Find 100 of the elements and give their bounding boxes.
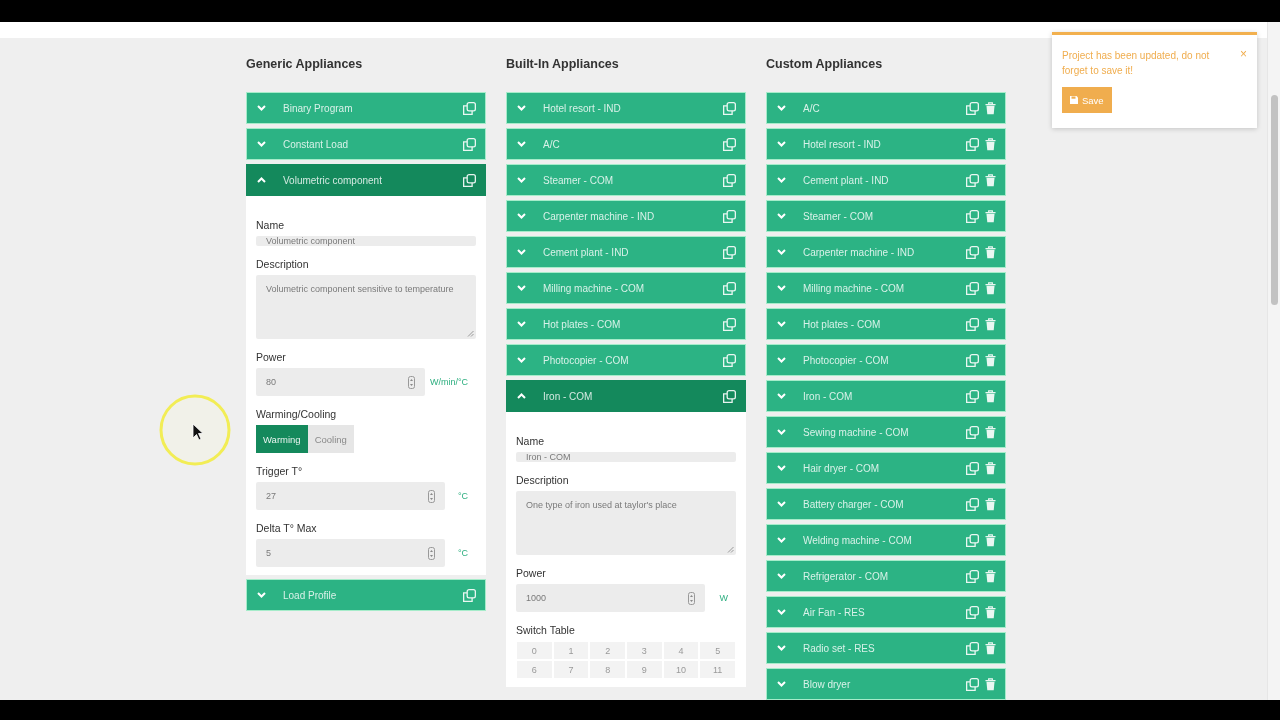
copy-icon[interactable] <box>966 137 979 151</box>
appliance-row[interactable]: Binary Program <box>246 92 486 124</box>
trash-icon[interactable] <box>985 497 996 511</box>
trash-icon[interactable] <box>985 569 996 583</box>
copy-icon[interactable] <box>463 173 476 187</box>
trash-icon[interactable] <box>985 317 996 331</box>
copy-icon[interactable] <box>966 317 979 331</box>
copy-icon[interactable] <box>723 209 736 223</box>
appliance-row[interactable]: Milling machine - COM <box>506 272 746 304</box>
textarea-field[interactable]: One type of iron used at taylor's place <box>516 491 736 555</box>
input-field[interactable]: Volumetric component <box>256 236 476 246</box>
appliance-row[interactable]: A/C <box>506 128 746 160</box>
appliance-row[interactable]: Iron - COM <box>766 380 1006 412</box>
appliance-row[interactable]: Radio set - RES <box>766 632 1006 664</box>
appliance-row[interactable]: Refrigerator - COM <box>766 560 1006 592</box>
scrollbar-thumb[interactable] <box>1270 95 1278 305</box>
copy-icon[interactable] <box>463 588 476 602</box>
copy-icon[interactable] <box>966 641 979 655</box>
trash-icon[interactable] <box>985 605 996 619</box>
copy-icon[interactable] <box>966 569 979 583</box>
trash-icon[interactable] <box>985 533 996 547</box>
switch-cell[interactable]: 6 <box>516 660 553 679</box>
copy-icon[interactable] <box>966 497 979 511</box>
copy-icon[interactable] <box>966 605 979 619</box>
appliance-row[interactable]: Steamer - COM <box>766 200 1006 232</box>
trash-icon[interactable] <box>985 425 996 439</box>
number-field[interactable]: 5 <box>256 539 445 567</box>
toggle-button[interactable]: Cooling <box>307 425 354 453</box>
copy-icon[interactable] <box>966 389 979 403</box>
copy-icon[interactable] <box>966 533 979 547</box>
copy-icon[interactable] <box>966 425 979 439</box>
trash-icon[interactable] <box>985 173 996 187</box>
copy-icon[interactable] <box>723 281 736 295</box>
trash-icon[interactable] <box>985 101 996 115</box>
copy-icon[interactable] <box>723 245 736 259</box>
appliance-row[interactable]: Hotel resort - IND <box>506 92 746 124</box>
switch-cell[interactable]: 2 <box>589 641 626 660</box>
switch-cell[interactable]: 11 <box>699 660 736 679</box>
trash-icon[interactable] <box>985 137 996 151</box>
appliance-row[interactable]: Load Profile <box>246 579 486 611</box>
copy-icon[interactable] <box>966 677 979 691</box>
appliance-row[interactable]: Hair dryer - COM <box>766 452 1006 484</box>
switch-cell[interactable]: 3 <box>626 641 663 660</box>
copy-icon[interactable] <box>723 353 736 367</box>
switch-cell[interactable]: 10 <box>662 660 700 679</box>
switch-cell[interactable]: 4 <box>662 641 700 660</box>
copy-icon[interactable] <box>723 173 736 187</box>
spinner-icon[interactable] <box>688 591 695 605</box>
copy-icon[interactable] <box>723 389 736 403</box>
resize-handle-icon[interactable] <box>467 330 474 337</box>
copy-icon[interactable] <box>723 317 736 331</box>
appliance-row[interactable]: Carpenter machine - IND <box>506 200 746 232</box>
copy-icon[interactable] <box>723 101 736 115</box>
scrollbar[interactable] <box>1267 22 1280 700</box>
trash-icon[interactable] <box>985 389 996 403</box>
trash-icon[interactable] <box>985 353 996 367</box>
trash-icon[interactable] <box>985 641 996 655</box>
appliance-row[interactable]: Milling machine - COM <box>766 272 1006 304</box>
copy-icon[interactable] <box>966 353 979 367</box>
appliance-row[interactable]: Constant Load <box>246 128 486 160</box>
appliance-row[interactable]: Hot plates - COM <box>766 308 1006 340</box>
copy-icon[interactable] <box>966 245 979 259</box>
copy-icon[interactable] <box>966 281 979 295</box>
input-field[interactable]: Iron - COM <box>516 452 736 462</box>
spinner-icon[interactable] <box>428 489 435 503</box>
switch-cell[interactable]: 9 <box>626 660 663 679</box>
switch-cell[interactable]: 7 <box>552 660 590 679</box>
close-button[interactable]: × <box>1240 48 1247 60</box>
spinner-icon[interactable] <box>407 375 415 389</box>
appliance-row[interactable]: Hotel resort - IND <box>766 128 1006 160</box>
appliance-row[interactable]: Welding machine - COM <box>766 524 1006 556</box>
appliance-row[interactable]: Iron - COM <box>506 380 746 412</box>
trash-icon[interactable] <box>985 281 996 295</box>
copy-icon[interactable] <box>966 461 979 475</box>
appliance-row[interactable]: Photocopier - COM <box>766 344 1006 376</box>
trash-icon[interactable] <box>985 461 996 475</box>
number-field[interactable]: 1000 <box>516 584 705 612</box>
switch-cell[interactable]: 8 <box>589 660 626 679</box>
number-field[interactable]: 80 <box>256 368 425 396</box>
trash-icon[interactable] <box>985 209 996 223</box>
appliance-row[interactable]: Photocopier - COM <box>506 344 746 376</box>
trash-icon[interactable] <box>985 677 996 691</box>
switch-cell[interactable]: 1 <box>552 641 590 660</box>
switch-cell[interactable]: 5 <box>699 641 736 660</box>
appliance-row[interactable]: Cement plant - IND <box>506 236 746 268</box>
resize-handle-icon[interactable] <box>727 546 734 553</box>
appliance-row[interactable]: A/C <box>766 92 1006 124</box>
appliance-row[interactable]: Sewing machine - COM <box>766 416 1006 448</box>
number-field[interactable]: 27 <box>256 482 445 510</box>
copy-icon[interactable] <box>723 137 736 151</box>
appliance-row[interactable]: Carpenter machine - IND <box>766 236 1006 268</box>
appliance-row[interactable]: Cement plant - IND <box>766 164 1006 196</box>
appliance-row[interactable]: Volumetric component <box>246 164 486 196</box>
appliance-row[interactable]: Air Fan - RES <box>766 596 1006 628</box>
copy-icon[interactable] <box>966 209 979 223</box>
textarea-field[interactable]: Volumetric component sensitive to temperature <box>256 275 476 339</box>
spinner-icon[interactable] <box>428 546 435 560</box>
appliance-row[interactable]: Blow dryer <box>766 668 1006 700</box>
copy-icon[interactable] <box>463 137 476 151</box>
appliance-row[interactable]: Steamer - COM <box>506 164 746 196</box>
